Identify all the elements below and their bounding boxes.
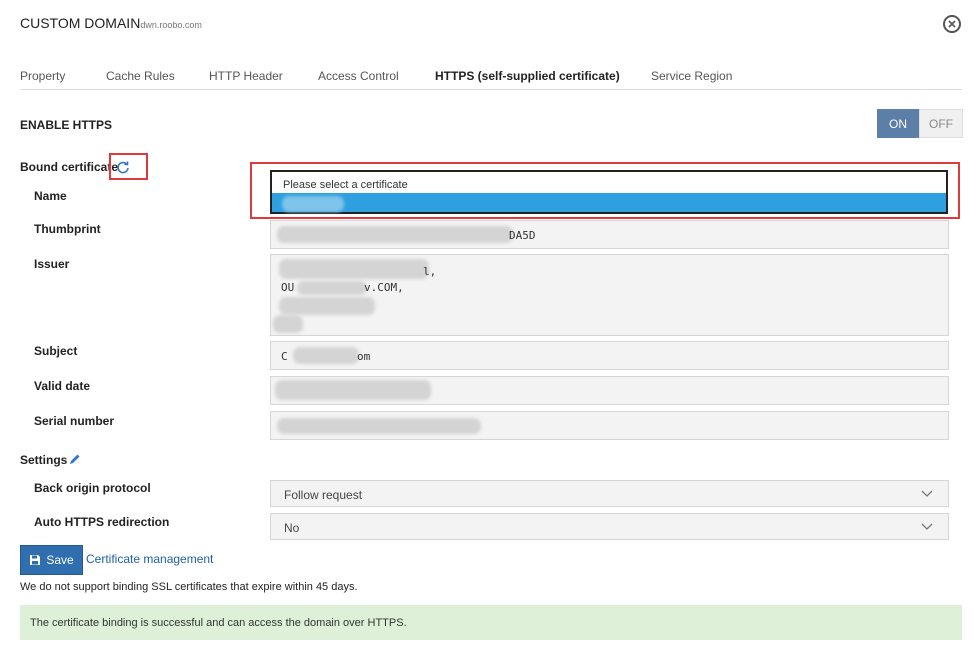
tab-access-control[interactable]: Access Control	[318, 69, 399, 83]
redacted-blur	[279, 259, 429, 279]
issuer-label: Issuer	[34, 257, 70, 271]
issuer-visible-line1: l,	[423, 265, 437, 278]
pencil-icon	[70, 454, 80, 464]
redacted-blur	[279, 297, 375, 315]
redacted-blur	[293, 347, 359, 364]
name-label: Name	[34, 189, 67, 203]
dropdown-highlight-box	[250, 162, 960, 219]
subject-visible-end: om	[357, 350, 371, 363]
tab-http-header[interactable]: HTTP Header	[209, 69, 283, 83]
thumbprint-label: Thumbprint	[34, 222, 101, 236]
subject-field: C om	[270, 341, 949, 370]
certificate-management-link[interactable]: Certificate management	[86, 552, 213, 566]
back-origin-protocol-select[interactable]: Follow request	[270, 480, 949, 507]
redacted-blur	[297, 281, 367, 295]
save-button-label: Save	[46, 553, 74, 567]
redacted-blur	[277, 226, 513, 243]
serial-number-field	[270, 411, 949, 440]
valid-date-field	[270, 376, 949, 405]
https-toggle[interactable]: ON OFF	[877, 109, 963, 138]
redacted-blur	[277, 418, 481, 434]
title-text: CUSTOM DOMAIN	[20, 15, 141, 31]
toggle-on-button[interactable]: ON	[877, 109, 919, 138]
subject-visible-start: C	[281, 350, 288, 363]
auto-https-redirection-label: Auto HTTPS redirection	[34, 515, 170, 529]
issuer-visible-line2-end: v.COM,	[364, 281, 404, 294]
page-title: CUSTOM DOMAINdwn.roobo.com	[20, 15, 202, 31]
tab-cache-rules[interactable]: Cache Rules	[106, 69, 175, 83]
domain-subtitle: dwn.roobo.com	[140, 20, 202, 30]
expiry-note: We do not support binding SSL certificat…	[20, 581, 358, 593]
tab-https[interactable]: HTTPS (self-supplied certificate)	[435, 69, 620, 83]
thumbprint-field: DA5D	[270, 220, 949, 249]
save-button[interactable]: Save	[20, 545, 83, 575]
settings-edit-button[interactable]	[68, 453, 81, 466]
auto-https-redirection-select[interactable]: No	[270, 513, 949, 540]
issuer-field: l, OU v.COM,	[270, 254, 949, 336]
serial-number-label: Serial number	[34, 414, 115, 428]
chevron-down-icon	[920, 519, 934, 536]
issuer-visible-line2-start: OU	[281, 281, 295, 294]
success-message-text: The certificate binding is successful an…	[30, 616, 407, 629]
thumbprint-visible-text: DA5D	[509, 229, 536, 242]
tab-property[interactable]: Property	[20, 69, 65, 83]
tab-service-region[interactable]: Service Region	[651, 69, 732, 83]
toggle-off-button[interactable]: OFF	[919, 109, 963, 138]
close-button[interactable]	[943, 15, 961, 33]
refresh-highlight-box	[109, 153, 148, 180]
redacted-blur	[273, 315, 303, 333]
save-icon	[30, 555, 41, 565]
redacted-blur	[275, 380, 431, 400]
back-origin-protocol-value: Follow request	[284, 488, 363, 502]
chevron-down-icon	[920, 486, 934, 503]
enable-https-label: ENABLE HTTPS	[20, 118, 113, 132]
close-icon	[948, 20, 956, 28]
valid-date-label: Valid date	[34, 379, 91, 393]
back-origin-protocol-label: Back origin protocol	[34, 481, 151, 495]
bound-certificate-label: Bound certificate	[20, 160, 119, 174]
success-message: The certificate binding is successful an…	[20, 605, 962, 640]
auto-https-redirection-value: No	[284, 521, 300, 535]
settings-label: Settings	[20, 453, 68, 467]
tab-bar: Property Cache Rules HTTP Header Access …	[20, 62, 962, 90]
subject-label: Subject	[34, 344, 78, 358]
